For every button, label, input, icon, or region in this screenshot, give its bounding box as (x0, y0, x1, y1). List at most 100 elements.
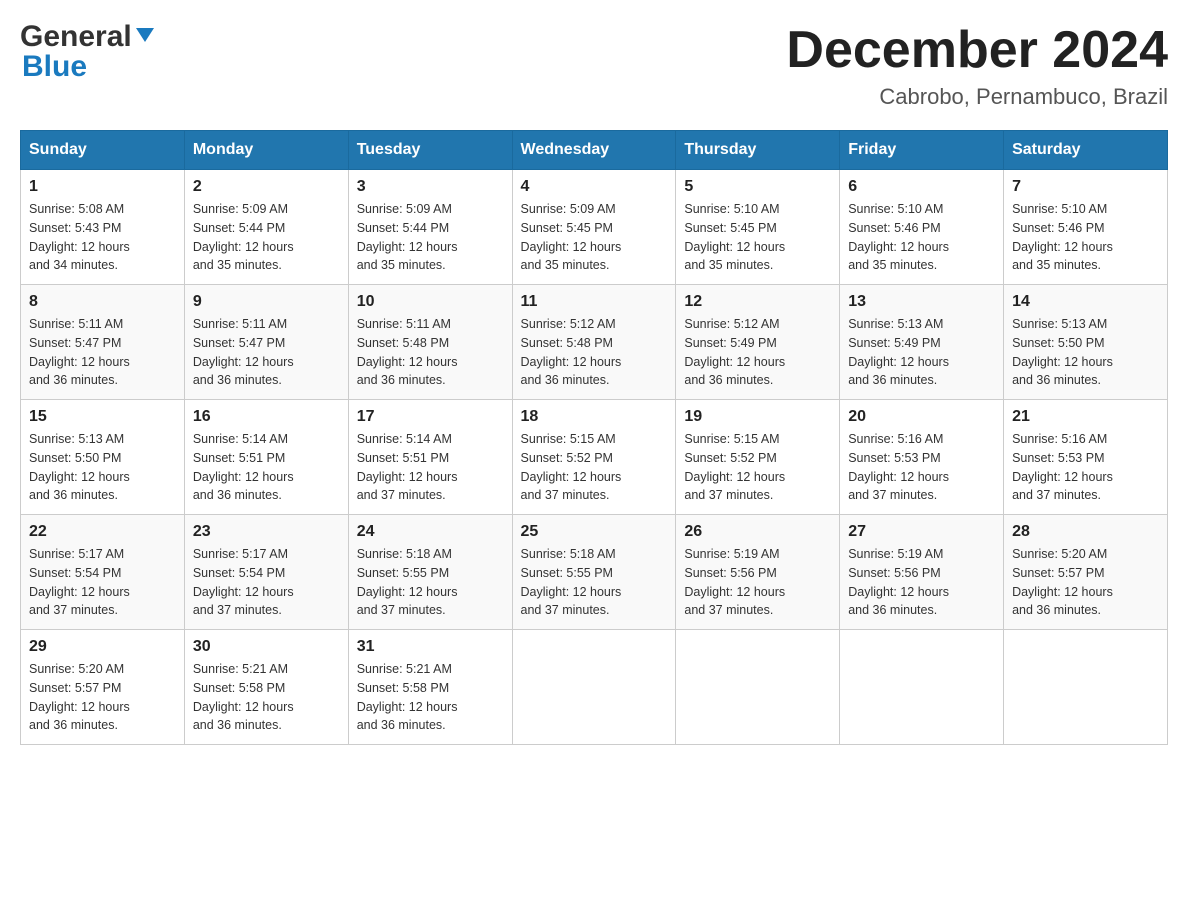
month-title: December 2024 (786, 20, 1168, 80)
day-number: 27 (848, 523, 995, 541)
day-info: Sunrise: 5:21 AMSunset: 5:58 PMDaylight:… (357, 660, 504, 735)
day-number: 19 (684, 408, 831, 426)
day-number: 30 (193, 638, 340, 656)
day-info: Sunrise: 5:10 AMSunset: 5:46 PMDaylight:… (1012, 200, 1159, 275)
day-info: Sunrise: 5:09 AMSunset: 5:44 PMDaylight:… (193, 200, 340, 275)
calendar-cell: 3 Sunrise: 5:09 AMSunset: 5:44 PMDaylight… (348, 170, 512, 285)
day-info: Sunrise: 5:10 AMSunset: 5:46 PMDaylight:… (848, 200, 995, 275)
day-number: 31 (357, 638, 504, 656)
day-info: Sunrise: 5:20 AMSunset: 5:57 PMDaylight:… (1012, 545, 1159, 620)
day-number: 23 (193, 523, 340, 541)
calendar-table: Sunday Monday Tuesday Wednesday Thursday… (20, 130, 1168, 745)
day-info: Sunrise: 5:17 AMSunset: 5:54 PMDaylight:… (193, 545, 340, 620)
title-section: December 2024 Cabrobo, Pernambuco, Brazi… (786, 20, 1168, 110)
calendar-cell: 29 Sunrise: 5:20 AMSunset: 5:57 PMDayligh… (21, 630, 185, 745)
day-number: 11 (521, 293, 668, 311)
day-info: Sunrise: 5:12 AMSunset: 5:49 PMDaylight:… (684, 315, 831, 390)
day-info: Sunrise: 5:09 AMSunset: 5:45 PMDaylight:… (521, 200, 668, 275)
calendar-cell: 25 Sunrise: 5:18 AMSunset: 5:55 PMDayligh… (512, 515, 676, 630)
calendar-cell (1004, 630, 1168, 745)
calendar-week-row: 29 Sunrise: 5:20 AMSunset: 5:57 PMDayligh… (21, 630, 1168, 745)
day-info: Sunrise: 5:13 AMSunset: 5:49 PMDaylight:… (848, 315, 995, 390)
day-number: 26 (684, 523, 831, 541)
header-sunday: Sunday (21, 131, 185, 170)
day-info: Sunrise: 5:11 AMSunset: 5:47 PMDaylight:… (193, 315, 340, 390)
calendar-cell: 8 Sunrise: 5:11 AMSunset: 5:47 PMDaylight… (21, 285, 185, 400)
day-number: 9 (193, 293, 340, 311)
day-number: 18 (521, 408, 668, 426)
day-number: 25 (521, 523, 668, 541)
day-info: Sunrise: 5:16 AMSunset: 5:53 PMDaylight:… (848, 430, 995, 505)
day-number: 12 (684, 293, 831, 311)
day-number: 3 (357, 178, 504, 196)
calendar-cell: 22 Sunrise: 5:17 AMSunset: 5:54 PMDayligh… (21, 515, 185, 630)
calendar-cell (512, 630, 676, 745)
day-info: Sunrise: 5:09 AMSunset: 5:44 PMDaylight:… (357, 200, 504, 275)
day-info: Sunrise: 5:20 AMSunset: 5:57 PMDaylight:… (29, 660, 176, 735)
day-number: 21 (1012, 408, 1159, 426)
header-wednesday: Wednesday (512, 131, 676, 170)
logo-general-text: General (20, 20, 132, 54)
calendar-cell: 15Sunrise: 5:13 AMSunset: 5:50 PMDayligh… (21, 400, 185, 515)
day-info: Sunrise: 5:17 AMSunset: 5:54 PMDaylight:… (29, 545, 176, 620)
day-info: Sunrise: 5:08 AMSunset: 5:43 PMDaylight:… (29, 200, 176, 275)
calendar-cell: 28 Sunrise: 5:20 AMSunset: 5:57 PMDayligh… (1004, 515, 1168, 630)
calendar-cell: 21 Sunrise: 5:16 AMSunset: 5:53 PMDayligh… (1004, 400, 1168, 515)
day-info: Sunrise: 5:19 AMSunset: 5:56 PMDaylight:… (684, 545, 831, 620)
calendar-header-row: Sunday Monday Tuesday Wednesday Thursday… (21, 131, 1168, 170)
calendar-cell: 16 Sunrise: 5:14 AMSunset: 5:51 PMDayligh… (184, 400, 348, 515)
day-info: Sunrise: 5:13 AMSunset: 5:50 PMDaylight:… (29, 430, 176, 505)
day-number: 2 (193, 178, 340, 196)
day-info: Sunrise: 5:19 AMSunset: 5:56 PMDaylight:… (848, 545, 995, 620)
day-info: Sunrise: 5:21 AMSunset: 5:58 PMDaylight:… (193, 660, 340, 735)
calendar-cell: 24Sunrise: 5:18 AMSunset: 5:55 PMDayligh… (348, 515, 512, 630)
day-info: Sunrise: 5:11 AMSunset: 5:47 PMDaylight:… (29, 315, 176, 390)
calendar-cell: 19 Sunrise: 5:15 AMSunset: 5:52 PMDayligh… (676, 400, 840, 515)
calendar-cell (676, 630, 840, 745)
day-number: 29 (29, 638, 176, 656)
calendar-cell: 31 Sunrise: 5:21 AMSunset: 5:58 PMDayligh… (348, 630, 512, 745)
calendar-week-row: 8 Sunrise: 5:11 AMSunset: 5:47 PMDaylight… (21, 285, 1168, 400)
day-number: 6 (848, 178, 995, 196)
day-info: Sunrise: 5:15 AMSunset: 5:52 PMDaylight:… (521, 430, 668, 505)
calendar-cell: 6 Sunrise: 5:10 AMSunset: 5:46 PMDaylight… (840, 170, 1004, 285)
day-number: 10 (357, 293, 504, 311)
day-number: 1 (29, 178, 176, 196)
day-number: 22 (29, 523, 176, 541)
calendar-cell: 7 Sunrise: 5:10 AMSunset: 5:46 PMDaylight… (1004, 170, 1168, 285)
day-number: 16 (193, 408, 340, 426)
header-saturday: Saturday (1004, 131, 1168, 170)
calendar-week-row: 15Sunrise: 5:13 AMSunset: 5:50 PMDayligh… (21, 400, 1168, 515)
day-number: 5 (684, 178, 831, 196)
day-info: Sunrise: 5:16 AMSunset: 5:53 PMDaylight:… (1012, 430, 1159, 505)
calendar-cell: 20Sunrise: 5:16 AMSunset: 5:53 PMDayligh… (840, 400, 1004, 515)
header-tuesday: Tuesday (348, 131, 512, 170)
calendar-cell: 10Sunrise: 5:11 AMSunset: 5:48 PMDayligh… (348, 285, 512, 400)
day-number: 7 (1012, 178, 1159, 196)
day-number: 8 (29, 293, 176, 311)
calendar-cell: 14 Sunrise: 5:13 AMSunset: 5:50 PMDayligh… (1004, 285, 1168, 400)
day-info: Sunrise: 5:13 AMSunset: 5:50 PMDaylight:… (1012, 315, 1159, 390)
day-number: 28 (1012, 523, 1159, 541)
calendar-cell: 13 Sunrise: 5:13 AMSunset: 5:49 PMDayligh… (840, 285, 1004, 400)
logo: General Blue (20, 20, 156, 84)
calendar-cell: 2 Sunrise: 5:09 AMSunset: 5:44 PMDaylight… (184, 170, 348, 285)
day-info: Sunrise: 5:14 AMSunset: 5:51 PMDaylight:… (357, 430, 504, 505)
day-number: 17 (357, 408, 504, 426)
header-thursday: Thursday (676, 131, 840, 170)
calendar-cell: 17 Sunrise: 5:14 AMSunset: 5:51 PMDayligh… (348, 400, 512, 515)
calendar-cell: 12 Sunrise: 5:12 AMSunset: 5:49 PMDayligh… (676, 285, 840, 400)
day-info: Sunrise: 5:18 AMSunset: 5:55 PMDaylight:… (521, 545, 668, 620)
day-number: 13 (848, 293, 995, 311)
calendar-cell (840, 630, 1004, 745)
calendar-cell: 5Sunrise: 5:10 AMSunset: 5:45 PMDaylight… (676, 170, 840, 285)
logo-blue-text: Blue (22, 50, 87, 84)
location-subtitle: Cabrobo, Pernambuco, Brazil (786, 84, 1168, 110)
day-info: Sunrise: 5:12 AMSunset: 5:48 PMDaylight:… (521, 315, 668, 390)
day-info: Sunrise: 5:14 AMSunset: 5:51 PMDaylight:… (193, 430, 340, 505)
day-info: Sunrise: 5:15 AMSunset: 5:52 PMDaylight:… (684, 430, 831, 505)
calendar-cell: 11 Sunrise: 5:12 AMSunset: 5:48 PMDayligh… (512, 285, 676, 400)
calendar-cell: 30 Sunrise: 5:21 AMSunset: 5:58 PMDayligh… (184, 630, 348, 745)
day-number: 4 (521, 178, 668, 196)
day-number: 14 (1012, 293, 1159, 311)
